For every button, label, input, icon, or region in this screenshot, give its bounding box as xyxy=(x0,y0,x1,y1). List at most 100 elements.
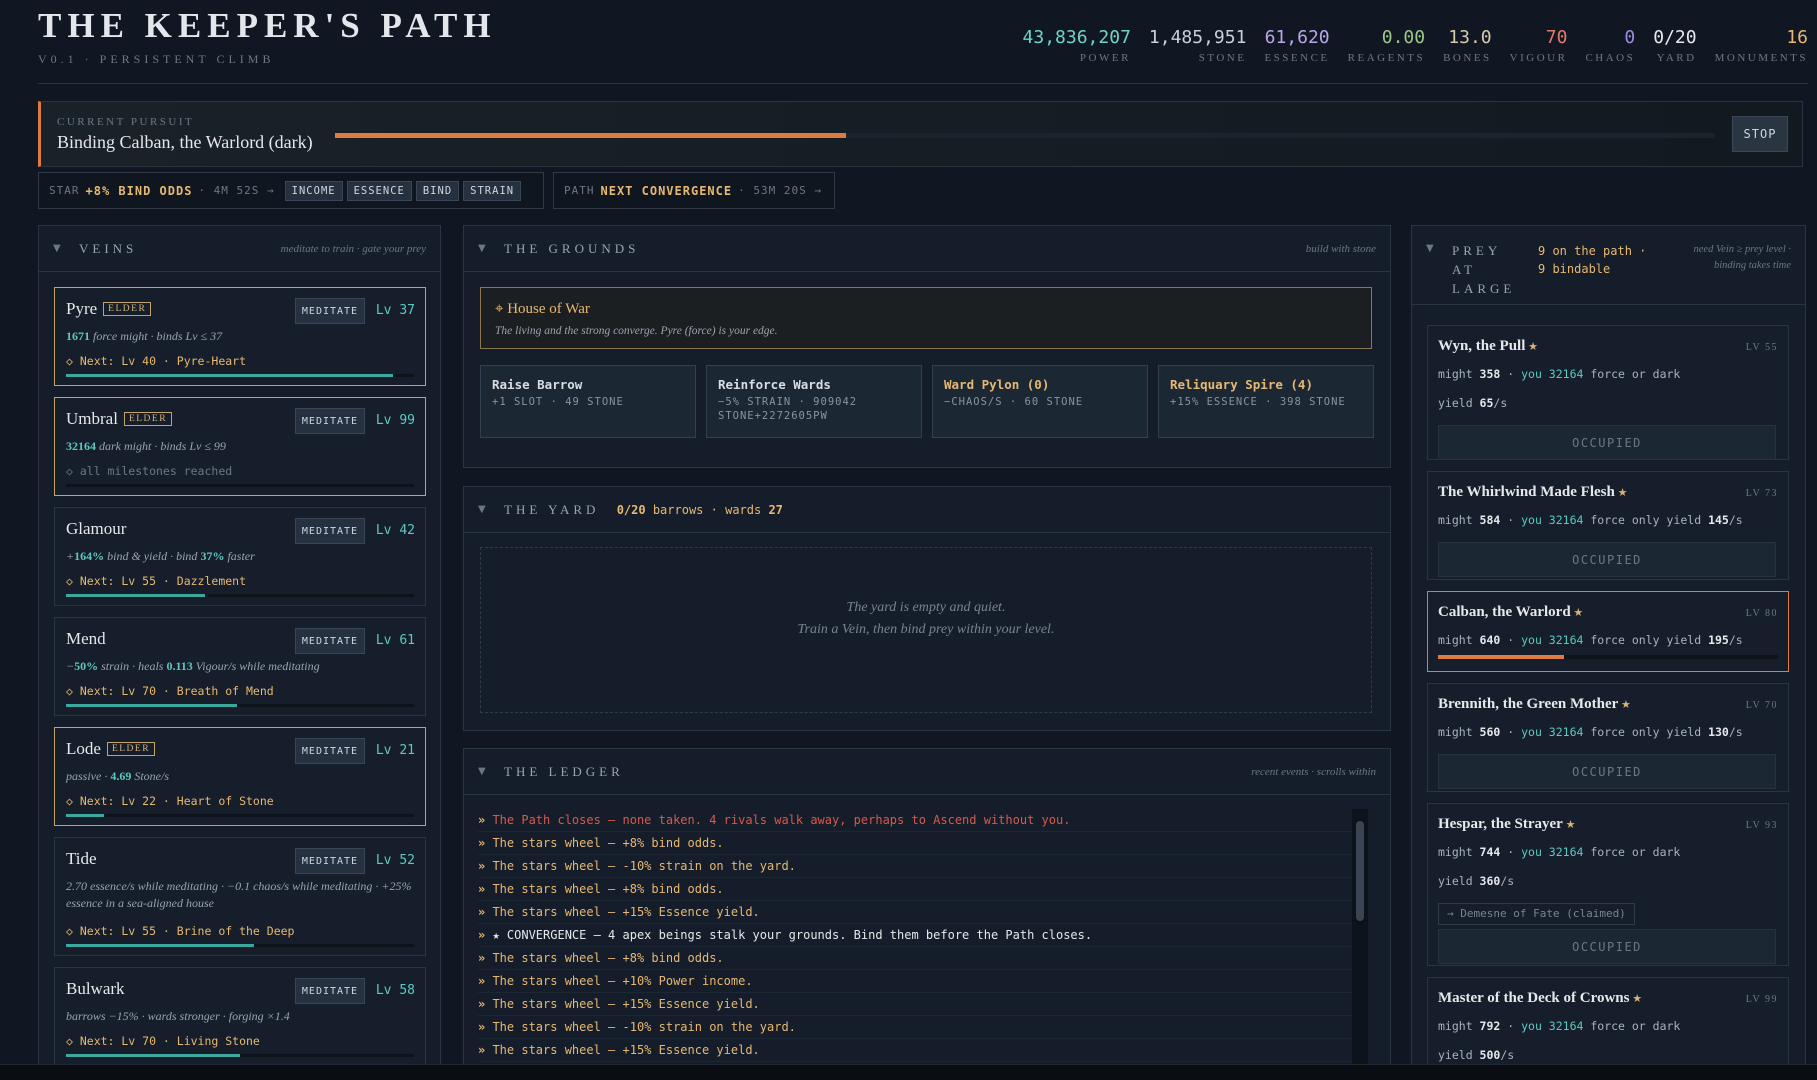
pursuit-progress-fill xyxy=(335,133,846,138)
prey-summary: 9 on the path · 9 bindable xyxy=(1538,244,1647,276)
stat-value: 13.0 xyxy=(1448,27,1492,48)
elder-badge: ELDER xyxy=(103,302,152,316)
vein-description: +164% bind & yield · bind 37% faster xyxy=(66,549,255,563)
bottom-bar xyxy=(0,1064,1817,1080)
prey-card[interactable]: Master of the Deck of Crowns ★ LV 99 might… xyxy=(1427,977,1789,1064)
ledger-log[interactable]: » The Path closes — none taken. 4 rivals… xyxy=(478,809,1363,1062)
build-reinforce-wards[interactable]: Reinforce Wards −5% STRAIN · 909042 STONE… xyxy=(706,365,922,438)
meditate-button[interactable]: MEDITATE xyxy=(295,298,365,324)
player-might: you 32164 xyxy=(1521,367,1584,381)
path-strip: PATH NEXT CONVERGENCE · 53M 20S → xyxy=(553,172,835,209)
meditate-button[interactable]: MEDITATE xyxy=(295,408,365,434)
ledger-entry: » The stars wheel — -10% strain on the y… xyxy=(478,855,1363,878)
grounds-header[interactable]: ▼ THE GROUNDS build with stone xyxy=(464,226,1390,272)
meditate-button[interactable]: MEDITATE xyxy=(295,738,365,764)
occupied-button[interactable]: OCCUPIED xyxy=(1438,754,1776,789)
stat-label: BONES xyxy=(1443,52,1492,64)
prey-name-text: Wyn, the Pull xyxy=(1438,338,1526,354)
build-reliquary-spire[interactable]: Reliquary Spire (4) +15% ESSENCE · 398 ST… xyxy=(1158,365,1374,438)
vein-description: −50% strain · heals 0.113 Vigour/s while… xyxy=(66,659,320,673)
ledger-arrow-icon: » xyxy=(478,974,493,988)
meditate-button[interactable]: MEDITATE xyxy=(295,848,365,874)
prey-card[interactable]: Hespar, the Strayer ★ LV 93 might 744 · yo… xyxy=(1427,803,1789,966)
stat-value: 43,836,207 xyxy=(1022,27,1131,48)
header: THE KEEPER'S PATH V0.1 · PERSISTENT CLIM… xyxy=(38,4,1808,84)
vein-name: Umbral ELDER xyxy=(66,409,173,429)
veins-header[interactable]: ▼ VEINS meditate to train · gate your pr… xyxy=(39,226,440,272)
collapse-caret-icon[interactable]: ▼ xyxy=(478,504,486,515)
prey-header[interactable]: ▼ PREY AT LARGE 9 on the path · 9 bindab… xyxy=(1412,226,1805,305)
star-chip-income[interactable]: INCOME xyxy=(284,180,343,201)
star-chip-strain[interactable]: STRAIN xyxy=(463,180,522,201)
prey-hint: need Vein ≥ prey level · binding takes t… xyxy=(1693,244,1792,271)
prey-yield: 500 xyxy=(1479,1048,1501,1062)
vein-progress xyxy=(66,944,414,947)
ledger-title: THE LEDGER xyxy=(504,764,624,779)
stat-reagents: 0.00 REAGENTS xyxy=(1348,28,1425,65)
yard-barrows-label: barrows · xyxy=(652,503,718,517)
prey-card[interactable]: Wyn, the Pull ★ LV 55 might 358 · you 3216… xyxy=(1427,325,1789,460)
collapse-caret-icon[interactable]: ▼ xyxy=(1426,243,1434,254)
collapse-caret-icon[interactable]: ▼ xyxy=(478,243,486,254)
occupied-button[interactable]: OCCUPIED xyxy=(1438,929,1776,964)
meditate-button[interactable]: MEDITATE xyxy=(295,978,365,1004)
prey-name-text: Brennith, the Green Mother xyxy=(1438,696,1619,712)
prey-bind-progress xyxy=(1438,655,1778,659)
occupied-button[interactable]: OCCUPIED xyxy=(1438,425,1776,460)
stat-chaos: 0 CHAOS xyxy=(1585,28,1635,65)
occupied-button[interactable]: OCCUPIED xyxy=(1438,542,1776,577)
stop-button[interactable]: STOP xyxy=(1732,116,1788,152)
star-chip-essence[interactable]: ESSENCE xyxy=(346,180,412,201)
prey-card[interactable]: The Whirlwind Made Flesh ★ LV 73 might 584… xyxy=(1427,471,1789,580)
collapse-caret-icon[interactable]: ▼ xyxy=(53,243,61,254)
vein-stat-value: 0.113 xyxy=(166,659,193,673)
prey-card[interactable]: Calban, the Warlord ★ LV 80 might 640 · yo… xyxy=(1427,591,1789,672)
vein-level: Lv 42 xyxy=(375,523,415,538)
vein-next-milestone: ◇ Next: Lv 22 · Heart of Stone xyxy=(66,794,274,808)
vein-name-text: Bulwark xyxy=(66,979,125,998)
meditate-button[interactable]: MEDITATE xyxy=(295,518,365,544)
prey-yield: 360 xyxy=(1479,874,1501,888)
star-icon: ★ xyxy=(1562,819,1576,831)
prey-name-text: The Whirlwind Made Flesh xyxy=(1438,484,1615,500)
vein-name: Pyre ELDER xyxy=(66,299,152,319)
stat-power: 43,836,207 POWER xyxy=(1022,27,1131,65)
ledger-entry: » The stars wheel — +8% bind odds. xyxy=(478,878,1363,901)
path-time[interactable]: · 53M 20S → xyxy=(738,184,822,197)
ledger-entry: » The stars wheel — +8% bind odds. xyxy=(478,832,1363,855)
veins-panel: ▼ VEINS meditate to train · gate your pr… xyxy=(38,225,441,1065)
stat-label: MONUMENTS xyxy=(1714,52,1808,64)
prey-card[interactable]: Brennith, the Green Mother ★ LV 70 might 5… xyxy=(1427,683,1789,792)
ledger-header[interactable]: ▼ THE LEDGER recent events · scrolls wit… xyxy=(464,749,1390,795)
build-raise-barrow[interactable]: Raise Barrow +1 SLOT · 49 STONE xyxy=(480,365,696,438)
stat-yard: 0/20 YARD xyxy=(1653,27,1697,65)
meditate-button[interactable]: MEDITATE xyxy=(295,628,365,654)
stat-stone: 1,485,951 STONE xyxy=(1149,28,1247,65)
vein-progress xyxy=(66,814,414,817)
path-key: PATH xyxy=(564,184,595,197)
prey-might: 744 xyxy=(1479,845,1501,859)
ledger-entry: » The stars wheel — +15% Essence yield. xyxy=(478,901,1363,924)
yard-header[interactable]: ▼ THE YARD 0/20 barrows · wards 27 xyxy=(464,487,1390,533)
grounds-title: THE GROUNDS xyxy=(504,241,640,256)
vein-stat-value: 37% xyxy=(200,549,225,563)
ledger-entry-text: The stars wheel — -10% strain on the yar… xyxy=(492,1020,796,1034)
ledger-scrollbar[interactable] xyxy=(1352,809,1368,1067)
vein-name-text: Lode xyxy=(66,739,101,758)
grounds-hint: build with stone xyxy=(1305,243,1376,255)
vein-next-milestone: ◇ Next: Lv 55 · Brine of the Deep xyxy=(66,924,295,938)
star-chip-bind[interactable]: BIND xyxy=(415,180,460,201)
prey-name: Master of the Deck of Crowns ★ xyxy=(1438,990,1642,1007)
collapse-caret-icon[interactable]: ▼ xyxy=(478,766,486,777)
player-might: you 32164 xyxy=(1521,845,1584,859)
build-ward-pylon[interactable]: Ward Pylon (0) −CHAOS/S · 60 STONE xyxy=(932,365,1148,438)
star-time[interactable]: · 4M 52S → xyxy=(198,184,274,197)
yard-summary: 0/20 barrows · wards 27 xyxy=(617,503,783,517)
stat-value: 16 xyxy=(1786,27,1808,48)
ledger-scroll-thumb[interactable] xyxy=(1356,821,1364,921)
yard-wards: 27 xyxy=(768,503,783,517)
stat-value: 0/20 xyxy=(1653,27,1697,48)
ledger-arrow-icon: » xyxy=(478,836,493,850)
vein-progress-fill xyxy=(66,374,394,377)
ledger-entry-text: The stars wheel — +15% Essence yield. xyxy=(492,905,760,919)
